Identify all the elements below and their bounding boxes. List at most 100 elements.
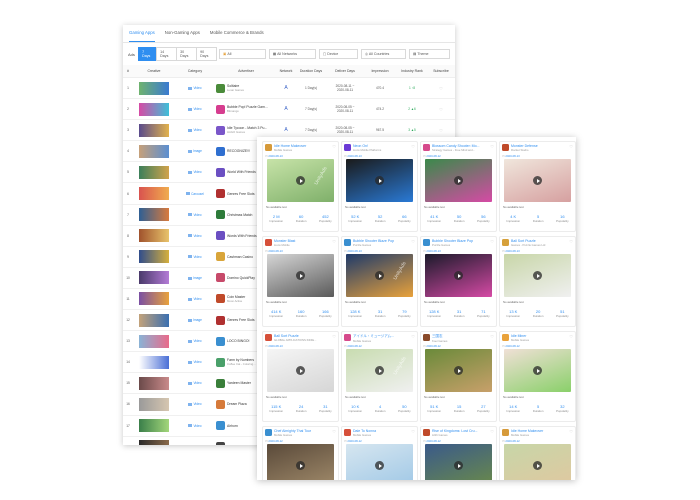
heart-icon[interactable]: ♡ xyxy=(332,239,336,244)
advertiser[interactable]: Idle Tycoon - Match 3 Pu... HAGO Games xyxy=(216,125,276,135)
creative-card[interactable]: Ball Sort Puzzle GLOBAL APPLICATIONS INDI… xyxy=(262,331,339,422)
creative-thumbnail[interactable] xyxy=(139,397,169,411)
date-range-option[interactable]: 30 Days xyxy=(175,47,197,61)
heart-icon[interactable]: ♡ xyxy=(490,334,494,339)
play-icon[interactable] xyxy=(375,176,384,185)
creative-thumbnail[interactable] xyxy=(139,229,169,243)
advertiser-name[interactable]: Airhorn xyxy=(227,424,238,428)
heart-icon[interactable]: ♡ xyxy=(332,429,336,434)
creative-thumbnail[interactable] xyxy=(139,81,169,95)
play-icon[interactable] xyxy=(296,271,305,280)
creative-thumbnail[interactable] xyxy=(139,144,169,158)
creative-thumbnail[interactable] xyxy=(139,165,169,179)
creative-thumbnail[interactable] xyxy=(139,355,169,369)
creative-card[interactable]: Monster Blast Lions Mobile ♡ ▭ 2020-08-13 No… xyxy=(262,236,339,327)
creative-card[interactable]: Idle Home Makeover Mobile Games ♡ ▭ 2020-08… xyxy=(499,426,576,480)
filter-all-select[interactable]: ▣All xyxy=(218,49,266,59)
creative-card[interactable]: Idle Miner Mobile Games ♡ ▭ 2020-08-12 No av… xyxy=(499,331,576,422)
creative-thumbnail[interactable] xyxy=(139,292,169,306)
advertiser-name[interactable]: RECOGNIZE!!! xyxy=(227,149,250,153)
heart-icon[interactable]: ♡ xyxy=(411,239,415,244)
creative-card[interactable]: Rise of Kingdoms: Lost Cru... Lilith Game… xyxy=(420,426,497,480)
creative-thumbnail[interactable] xyxy=(139,376,169,390)
heart-icon[interactable]: ♡ xyxy=(490,144,494,149)
creative-thumbnail[interactable] xyxy=(139,123,169,137)
creative-card[interactable]: Dale To Nonna Mobile Games ♡ ▭ 2020-08-12 xyxy=(341,426,418,480)
creative-thumbnail[interactable] xyxy=(139,208,169,222)
play-icon[interactable] xyxy=(533,366,542,375)
play-icon[interactable] xyxy=(533,176,542,185)
theme-select[interactable]: ▤ Theme xyxy=(408,49,451,59)
date-range-option[interactable]: 7 Days xyxy=(137,47,157,61)
creative-preview[interactable] xyxy=(267,254,334,297)
advertiser-name[interactable]: World With Friends xyxy=(227,170,256,174)
creative-preview[interactable] xyxy=(504,159,571,202)
heart-icon[interactable]: ♡ xyxy=(439,107,443,112)
creative-thumbnail[interactable] xyxy=(139,102,169,116)
tab-2[interactable]: Mobile Commerce & Brands xyxy=(210,30,264,42)
advertiser-name[interactable]: Genres Free Slots xyxy=(227,318,255,322)
advertiser-name[interactable]: Cashman Casino xyxy=(227,255,253,259)
heart-icon[interactable]: ♡ xyxy=(439,86,443,91)
heart-icon[interactable]: ♡ xyxy=(569,429,573,434)
creative-card[interactable]: Idle Home Makeover Mobile Games ♡ ▭ 2020-08… xyxy=(262,141,339,232)
table-row[interactable]: 1 Video Solitaire Lunar Games A 1 Day(s) 2020-… xyxy=(123,77,455,100)
creative-preview[interactable] xyxy=(504,444,571,480)
creative-card[interactable]: Neon On! Lions Mobile Platforms ♡ ▭ 2020-08… xyxy=(341,141,418,232)
advertiser-name[interactable]: Genres Free Slots xyxy=(227,192,255,196)
play-icon[interactable] xyxy=(533,461,542,470)
play-icon[interactable] xyxy=(533,271,542,280)
play-icon[interactable] xyxy=(454,461,463,470)
heart-icon[interactable]: ♡ xyxy=(332,144,336,149)
tab-0[interactable]: Gaming Apps xyxy=(129,30,155,42)
country-select[interactable]: ◎ All Countries xyxy=(360,49,406,59)
creative-card[interactable]: Blossom Candy Shooter: Mo... Strategy Gam… xyxy=(420,141,497,232)
heart-icon[interactable]: ♡ xyxy=(439,128,443,133)
creative-card[interactable]: Chef Almighty Thai Tour Mobile Games ♡ ▭ 20… xyxy=(262,426,339,480)
creative-card[interactable]: Bubble Shooter Blaze Pop Puzzle Games ♡ ▭ 2… xyxy=(341,236,418,327)
heart-icon[interactable]: ♡ xyxy=(411,144,415,149)
play-icon[interactable] xyxy=(454,176,463,185)
creative-preview[interactable]: UnityAds xyxy=(346,349,413,392)
advertiser[interactable]: Bubble Pop! Puzzle Gam... Bitmango xyxy=(216,104,276,114)
creative-thumbnail[interactable] xyxy=(139,313,169,327)
play-icon[interactable] xyxy=(375,461,384,470)
creative-thumbnail[interactable] xyxy=(139,334,169,348)
advertiser-name[interactable]: LOCO BINGO! xyxy=(227,339,249,343)
heart-icon[interactable]: ♡ xyxy=(490,239,494,244)
creative-preview[interactable] xyxy=(504,349,571,392)
creative-preview[interactable] xyxy=(346,444,413,480)
table-row[interactable]: 2 Video Bubble Pop! Puzzle Gam... Bitmango A… xyxy=(123,98,455,121)
heart-icon[interactable]: ♡ xyxy=(332,334,336,339)
heart-icon[interactable]: ♡ xyxy=(490,429,494,434)
creative-preview[interactable] xyxy=(504,254,571,297)
creative-preview[interactable]: UnityAds xyxy=(267,159,334,202)
play-icon[interactable] xyxy=(375,271,384,280)
creative-card[interactable]: 三国志 Koei Games ♡ ▭ 2020-08-12 No available t… xyxy=(420,331,497,422)
creative-card[interactable]: Monster Defense Rocket Studio ♡ ▭ 2020-08-1… xyxy=(499,141,576,232)
advertiser-name[interactable]: Domino QuickPlay xyxy=(227,276,255,280)
date-range-option[interactable]: 90 Days xyxy=(195,47,217,61)
play-icon[interactable] xyxy=(454,271,463,280)
creative-thumbnail[interactable] xyxy=(139,271,169,285)
heart-icon[interactable]: ♡ xyxy=(411,334,415,339)
heart-icon[interactable]: ♡ xyxy=(569,144,573,149)
creative-preview[interactable] xyxy=(346,159,413,202)
creative-thumbnail[interactable] xyxy=(139,440,169,445)
advertiser-name[interactable]: Dream Plaza xyxy=(227,402,247,406)
play-icon[interactable] xyxy=(296,176,305,185)
heart-icon[interactable]: ♡ xyxy=(569,334,573,339)
advertiser-name[interactable]: Yardeen Master xyxy=(227,381,251,385)
device-select[interactable]: ▢ Device xyxy=(318,49,358,59)
creative-preview[interactable] xyxy=(425,159,492,202)
creative-preview[interactable] xyxy=(425,254,492,297)
play-icon[interactable] xyxy=(375,366,384,375)
tab-1[interactable]: Non-Gaming Apps xyxy=(165,30,200,42)
heart-icon[interactable]: ♡ xyxy=(569,239,573,244)
heart-icon[interactable]: ♡ xyxy=(411,429,415,434)
play-icon[interactable] xyxy=(296,366,305,375)
creative-thumbnail[interactable] xyxy=(139,250,169,264)
creative-preview[interactable] xyxy=(267,349,334,392)
network-select[interactable]: ▦ All Networks xyxy=(268,49,316,59)
creative-preview[interactable] xyxy=(425,349,492,392)
